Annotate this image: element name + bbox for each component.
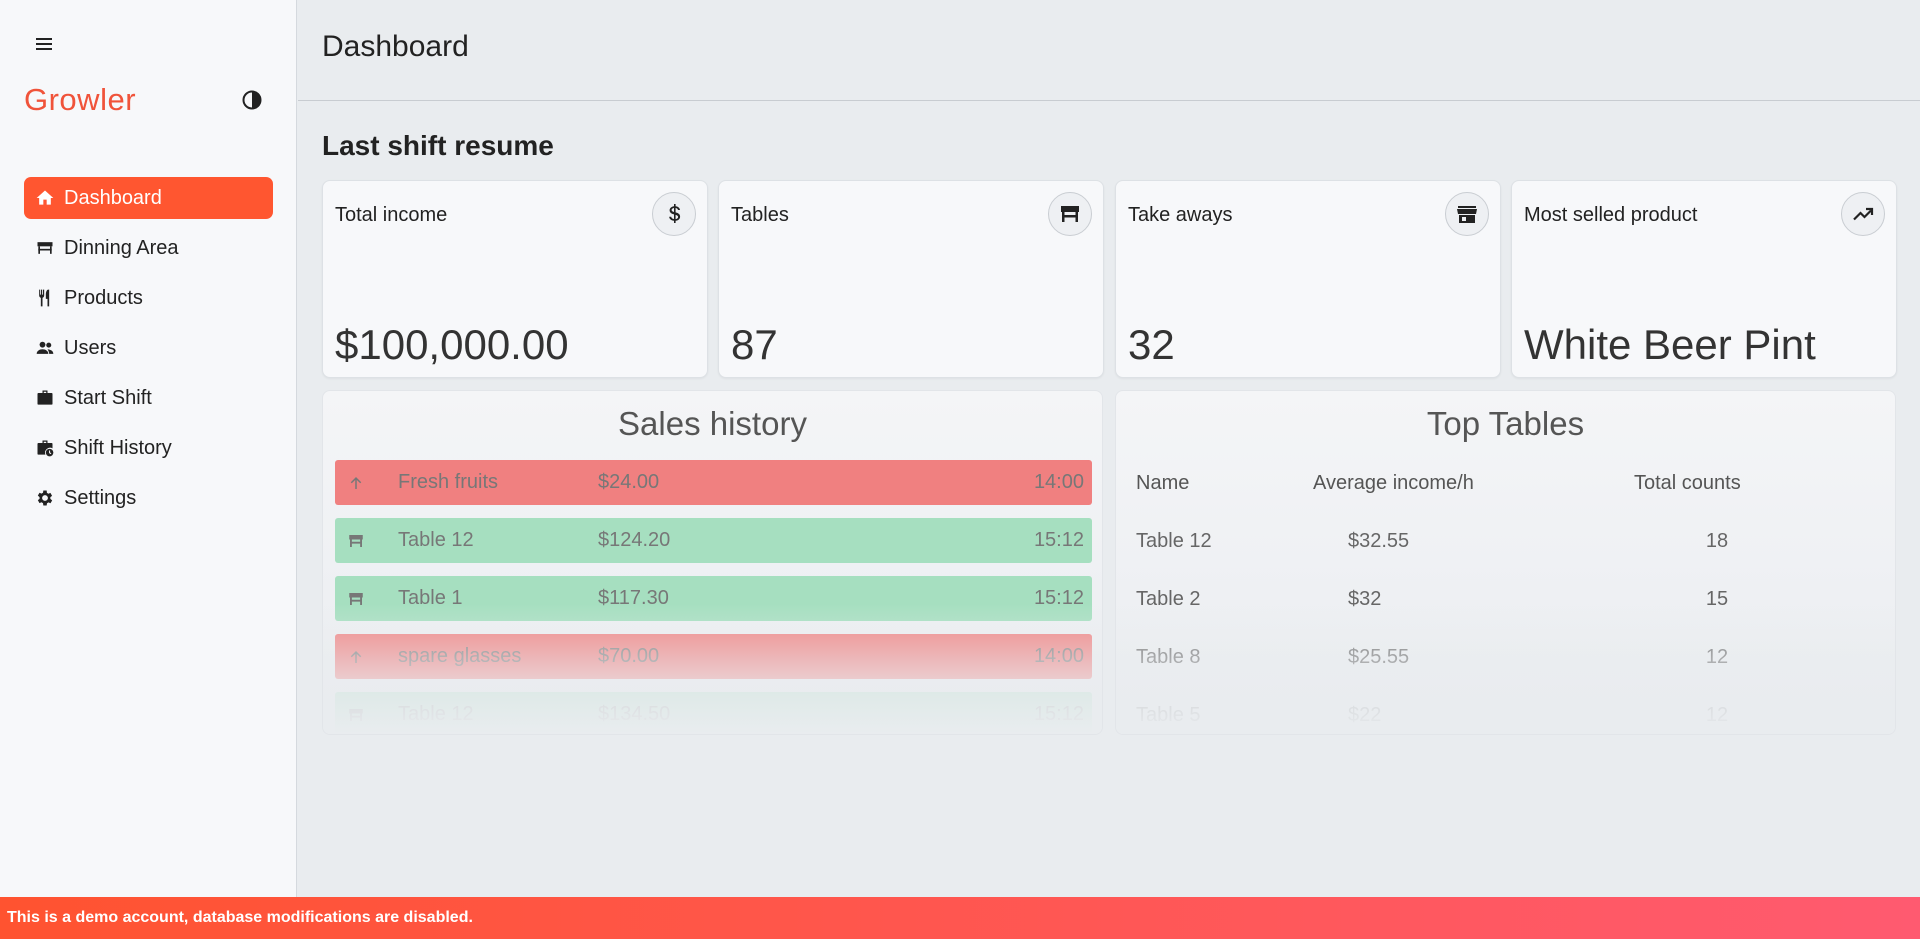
sale-name: spare glasses	[398, 645, 522, 667]
sidebar-item-label: Dashboard	[64, 186, 162, 209]
app-brand[interactable]: Growler	[24, 82, 136, 118]
theme-toggle-icon[interactable]	[242, 90, 262, 110]
stat-card-take-aways: Take aways 32	[1115, 180, 1501, 378]
stat-value: 32	[1128, 321, 1175, 368]
sale-row[interactable]: Table 1 $117.30 15:12	[335, 576, 1092, 621]
cell-count: 12	[1705, 704, 1729, 726]
sidebar: Growler Dashboard Dinning Area Products …	[0, 0, 297, 897]
stat-label: Total income	[335, 204, 448, 226]
sidebar-item-dinning-area[interactable]: Dinning Area	[24, 227, 273, 269]
table-header-row: Name Average income/h Total counts	[1136, 460, 1886, 518]
sale-amount: $117.30	[598, 587, 669, 609]
arrow-up-icon	[345, 472, 367, 494]
sales-history-panel: Sales history Fresh fruits $24.00 14:00 …	[322, 390, 1103, 735]
table-icon[interactable]	[1048, 192, 1092, 236]
briefcase-icon	[34, 387, 56, 409]
cell-average: $25.55	[1348, 646, 1410, 668]
table-icon	[345, 704, 367, 726]
stat-card-tables: Tables 87	[718, 180, 1104, 378]
stat-card-most-selled-product: Most selled product White Beer Pint	[1511, 180, 1897, 378]
table-icon	[345, 588, 367, 610]
sale-amount: $134.50	[598, 703, 671, 725]
column-header-average-income[interactable]: Average income/h	[1313, 472, 1474, 495]
sale-row[interactable]: Table 12 $124.20 15:12	[335, 518, 1092, 563]
stat-value: 87	[731, 321, 778, 368]
table-row[interactable]: Table 8 $25.55 12	[1136, 634, 1886, 692]
sidebar-item-label: Start Shift	[64, 386, 152, 409]
top-tables-panel: Top Tables Name Average income/h Total c…	[1115, 390, 1896, 735]
panel-title: Top Tables	[1426, 405, 1585, 442]
sidebar-item-label: Settings	[64, 486, 137, 509]
stat-label: Tables	[731, 204, 789, 226]
sales-list: Fresh fruits $24.00 14:00 Table 12 $124.…	[335, 460, 1092, 734]
table-icon	[34, 237, 56, 259]
sidebar-item-users[interactable]: Users	[24, 327, 273, 369]
table-row[interactable]: Table 5 $22 12	[1136, 692, 1886, 734]
sale-time: 15:12	[1033, 703, 1084, 725]
table-row[interactable]: Table 12 $32.55 18	[1136, 518, 1886, 576]
cell-name: Table 8	[1136, 646, 1201, 668]
sale-name: Table 12	[398, 703, 474, 725]
sidebar-item-label: Products	[64, 286, 143, 309]
utensils-icon	[34, 287, 56, 309]
sidebar-nav: Dashboard Dinning Area Products Users St…	[24, 177, 273, 527]
cell-name: Table 2	[1136, 588, 1201, 610]
store-icon[interactable]	[1445, 192, 1489, 236]
sidebar-item-label: Dinning Area	[64, 236, 179, 259]
users-icon	[34, 337, 56, 359]
sidebar-item-shift-history[interactable]: Shift History	[24, 427, 273, 469]
panel-title: Sales history	[618, 405, 807, 442]
sale-name: Table 12	[398, 529, 474, 551]
stat-value: $100,000.00	[335, 321, 569, 368]
sidebar-item-label: Users	[64, 336, 117, 359]
sale-name: Fresh fruits	[398, 471, 499, 493]
sale-amount: $24.00	[598, 471, 660, 493]
cell-average: $32.55	[1348, 530, 1410, 552]
stat-label: Take aways	[1128, 204, 1233, 226]
cell-count: 15	[1705, 588, 1729, 610]
sale-time: 14:00	[1033, 645, 1084, 667]
sidebar-item-label: Shift History	[64, 436, 172, 459]
gear-icon	[34, 487, 56, 509]
hamburger-menu-icon[interactable]	[33, 33, 55, 55]
dollar-icon[interactable]	[652, 192, 696, 236]
table-row[interactable]: Table 2 $32 15	[1136, 576, 1886, 634]
briefcase-clock-icon	[34, 437, 56, 459]
cell-name: Table 12	[1136, 530, 1212, 552]
sale-row[interactable]: Fresh fruits $24.00 14:00	[335, 460, 1092, 505]
cell-count: 18	[1705, 530, 1729, 552]
cell-average: $22	[1348, 704, 1382, 726]
page-header: Dashboard	[298, 0, 1920, 101]
cell-average: $32	[1348, 588, 1382, 610]
stat-card-total-income: Total income $100,000.00	[322, 180, 708, 378]
stat-value: White Beer Pint	[1524, 321, 1816, 368]
stat-label: Most selled product	[1524, 204, 1698, 226]
cell-count: 12	[1705, 646, 1729, 668]
sale-time: 15:12	[1033, 529, 1084, 551]
page-title: Dashboard	[322, 30, 469, 63]
sidebar-item-dashboard[interactable]: Dashboard	[24, 177, 273, 219]
section-title: Last shift resume	[322, 130, 554, 161]
arrow-up-icon	[345, 646, 367, 668]
top-tables-table: Name Average income/h Total counts Table…	[1136, 460, 1886, 734]
sale-row[interactable]: spare glasses $70.00 14:00	[335, 634, 1092, 679]
cell-name: Table 5	[1136, 704, 1201, 726]
trending-up-icon[interactable]	[1841, 192, 1885, 236]
sidebar-item-start-shift[interactable]: Start Shift	[24, 377, 273, 419]
sidebar-item-settings[interactable]: Settings	[24, 477, 273, 519]
sale-time: 14:00	[1033, 471, 1084, 493]
sale-amount: $70.00	[598, 645, 660, 667]
table-icon	[345, 530, 367, 552]
column-header-name[interactable]: Name	[1136, 472, 1189, 495]
home-icon	[34, 187, 56, 209]
sale-name: Table 1	[398, 587, 463, 609]
sale-time: 15:12	[1033, 587, 1084, 609]
column-header-total-counts[interactable]: Total counts	[1634, 472, 1741, 495]
sale-row[interactable]: Table 12 $134.50 15:12	[335, 692, 1092, 734]
sidebar-item-products[interactable]: Products	[24, 277, 273, 319]
demo-account-banner: This is a demo account, database modific…	[0, 897, 1920, 939]
sale-amount: $124.20	[598, 529, 671, 551]
